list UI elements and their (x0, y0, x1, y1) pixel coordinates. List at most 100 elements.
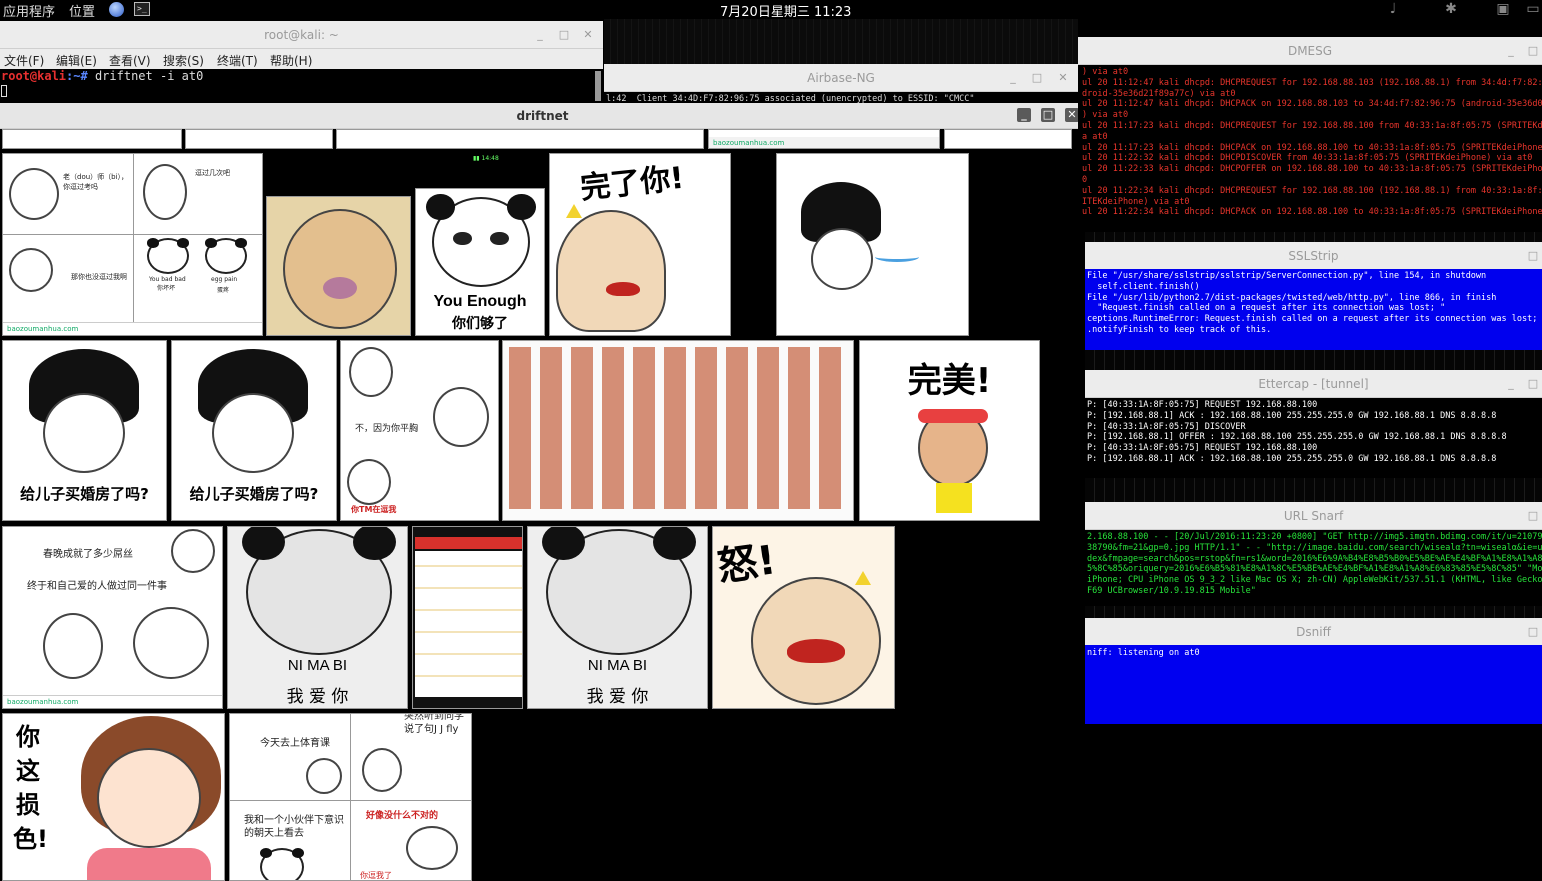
sslstrip-window[interactable]: SSLStrip □ File "/usr/share/sslstrip/ssl… (1085, 242, 1542, 350)
image-tile-spring[interactable]: 春晚成就了多少屌丝 终于和自己爱的人做过同一件事 baozoumanhua.co… (2, 526, 223, 709)
log-line: ul 20 11:22:32 kali dhcpd: DHCPDISCOVER … (1082, 153, 1533, 164)
log-line: "Request.finish called on a request afte… (1087, 303, 1446, 314)
close-icon[interactable]: ✕ (581, 28, 595, 42)
sslstrip-titlebar[interactable]: SSLStrip □ (1085, 242, 1542, 270)
bluetooth-icon[interactable]: ✱ (1440, 0, 1462, 19)
phone-app-bar (415, 537, 522, 549)
image-tile-phone[interactable] (412, 526, 523, 709)
log-line: F69 UCBrowser/10.9.19.815 Mobile" (1087, 585, 1256, 596)
chat-icon[interactable]: ▭ (1522, 0, 1542, 19)
image-tile-wanmei[interactable]: 完美! (859, 340, 1040, 521)
image-tile-ping[interactable]: 不，因为你平胸 你TM在逗我 (340, 340, 499, 521)
log-line: 2.168.88.100 - - [20/Jul/2016:11:23:20 +… (1087, 532, 1542, 542)
log-line: iPhone; CPU iPhone OS 9_3_2 like Mac OS … (1087, 575, 1542, 586)
terminal-output[interactable]: root@kali:~# driftnet -i at0 (0, 69, 603, 103)
driftnet-window[interactable]: driftnet _ □ ✕ baozoumanhua.com 老（dou）师（… (0, 103, 1085, 881)
rage-face-illustration (143, 164, 187, 220)
divider (133, 154, 134, 324)
maximize-icon[interactable]: □ (1526, 44, 1540, 58)
terminal-scrollbar[interactable] (595, 71, 601, 101)
image-tile-pe-class[interactable]: 今天去上体育课 突然听到同学说了句J J fly 我和一个小伙伴下意识的朝天上看… (229, 713, 472, 881)
urlsnarf-window[interactable]: URL Snarf □ 2.168.88.100 - - [20/Jul/201… (1085, 502, 1542, 606)
girl-face-illustration (347, 459, 391, 505)
top-panel: 应用程序 位置 >_ 7月20日星期三 11:23 ♩ ✱ ▣ ▭ (0, 0, 1542, 20)
airbase-titlebar[interactable]: Airbase-NG _ □ ✕ (604, 64, 1078, 92)
rage-face-illustration (306, 758, 342, 794)
image-tile-nimabi[interactable]: NI MA BI 我 爱 你 (527, 526, 708, 709)
menu-file[interactable]: 文件(F) (4, 52, 44, 69)
rage-face-illustration (9, 168, 59, 220)
maximize-icon[interactable]: □ (1041, 108, 1055, 122)
close-icon[interactable]: ✕ (1056, 71, 1070, 85)
dsniff-titlebar[interactable]: Dsniff □ (1085, 618, 1542, 646)
image-tile[interactable] (185, 129, 333, 149)
places-menu[interactable]: 位置 (69, 1, 95, 20)
menu-view[interactable]: 查看(V) (109, 52, 151, 69)
meme-text: 给儿子买婚房了吗? (189, 485, 319, 503)
volume-muted-icon[interactable]: ♩ (1382, 0, 1404, 19)
log-line: P: [40:33:1A:8F:05:75] REQUEST 192.168.8… (1087, 400, 1318, 410)
minimize-icon[interactable]: _ (1017, 108, 1031, 122)
minimize-icon[interactable]: _ (533, 28, 547, 42)
image-tile-wanle[interactable]: 完了你! (549, 153, 731, 336)
maximize-icon[interactable]: □ (1526, 377, 1540, 391)
airbase-window[interactable]: Airbase-NG _ □ ✕ l:42 Client 34:4D:F7:82… (604, 64, 1078, 108)
image-tile-you-enough[interactable]: You Enough 你们够了 (415, 188, 545, 336)
dmesg-titlebar[interactable]: DMESG _ □ (1078, 37, 1542, 65)
image-tile-house[interactable]: 给儿子买婚房了吗? (171, 340, 337, 521)
meme-text: NI MA BI (587, 657, 648, 674)
ettercap-titlebar[interactable]: Ettercap - [tunnel] _ □ (1085, 370, 1542, 398)
crown-illustration (566, 204, 582, 218)
image-tile-nu[interactable]: 怒! (712, 526, 895, 709)
image-tile-collage[interactable] (502, 340, 854, 521)
menu-terminal[interactable]: 终端(T) (217, 52, 258, 69)
meme-text: egg pain (211, 276, 238, 283)
maximize-icon[interactable]: □ (557, 28, 571, 42)
minimize-icon[interactable]: _ (1504, 377, 1518, 391)
maximize-icon[interactable]: □ (1030, 71, 1044, 85)
maximize-icon[interactable]: □ (1526, 249, 1540, 263)
image-tile-kiss-face[interactable] (266, 196, 411, 336)
menu-edit[interactable]: 编辑(E) (56, 52, 97, 69)
divider (230, 800, 471, 801)
menu-help[interactable]: 帮助(H) (270, 52, 312, 69)
image-tile[interactable] (2, 129, 182, 149)
image-tile[interactable]: baozoumanhua.com (708, 129, 940, 149)
clock[interactable]: 7月20日星期三 11:23 (720, 1, 851, 20)
image-tile-nimabi[interactable]: NI MA BI 我 爱 你 (227, 526, 408, 709)
image-tile[interactable] (944, 129, 1072, 149)
ettercap-window[interactable]: Ettercap - [tunnel] _ □ P: [40:33:1A:8F:… (1085, 370, 1542, 478)
terminal-icon[interactable]: >_ (134, 2, 150, 16)
globe-icon[interactable] (109, 2, 124, 17)
close-icon[interactable]: ✕ (1065, 108, 1079, 122)
dmesg-window[interactable]: DMESG _ □ ) via at0 ul 20 11:12:47 kali d… (1078, 37, 1542, 237)
desktop-background (1085, 232, 1542, 242)
dsniff-title: Dsniff (1296, 625, 1331, 639)
prompt-user: root@kali (1, 69, 67, 83)
image-tile-crying[interactable] (776, 153, 969, 336)
log-line: P: [192.168.88.1] OFFER : 192.168.88.100… (1087, 432, 1507, 443)
image-tile[interactable] (336, 129, 704, 149)
maximize-icon[interactable]: □ (1526, 509, 1540, 523)
urlsnarf-titlebar[interactable]: URL Snarf □ (1085, 502, 1542, 530)
terminal-window[interactable]: root@kali: ~ _ □ ✕ 文件(F) 编辑(E) 查看(V) 搜索(… (0, 21, 603, 103)
image-tile-meme-exam[interactable]: 老（dou）师（bi），你逗过考吗 逗过几次吧 那你也没逗过我啊 You bad… (2, 153, 263, 336)
dmesg-output: ) via at0 ul 20 11:12:47 kali dhcpd: DHCP… (1082, 67, 1542, 218)
meme-text: You bad bad (149, 276, 186, 283)
log-line: 0 (1082, 174, 1088, 185)
log-line: ITEKdeiPhone) via at0 (1082, 196, 1190, 207)
driftnet-titlebar[interactable]: driftnet _ □ ✕ (0, 103, 1085, 129)
rage-face-illustration (9, 248, 53, 292)
log-line: P: [192.168.88.1] ACK : 192.168.88.100 2… (1087, 410, 1497, 421)
image-tile-nizhe[interactable]: 你这损色! (2, 713, 225, 881)
applications-menu[interactable]: 应用程序 (3, 1, 55, 20)
minimize-icon[interactable]: _ (1504, 44, 1518, 58)
menu-search[interactable]: 搜索(S) (163, 52, 204, 69)
maximize-icon[interactable]: □ (1526, 625, 1540, 639)
minimize-icon[interactable]: _ (1006, 71, 1020, 85)
network-icon[interactable]: ▣ (1492, 0, 1514, 19)
terminal-titlebar[interactable]: root@kali: ~ _ □ ✕ (0, 21, 603, 49)
meme-text: 我和一个小伙伴下意识的朝天上看去 (244, 815, 344, 839)
image-tile-house[interactable]: 给儿子买婚房了吗? (2, 340, 167, 521)
dsniff-window[interactable]: Dsniff □ niff: listening on at0 (1085, 618, 1542, 724)
